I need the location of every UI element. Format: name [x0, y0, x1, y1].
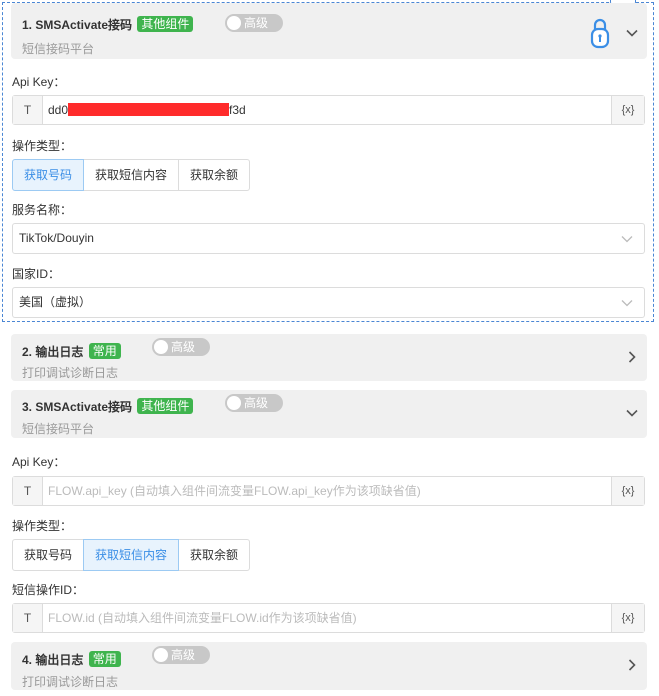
block-1-service-select[interactable]: TikTok/Douyin [12, 223, 645, 254]
block-2-title-text: 2. 输出日志 [22, 345, 84, 359]
op-get-sms[interactable]: 获取短信内容 [83, 539, 180, 571]
block-1-tag: 其他组件 [137, 16, 194, 32]
block-2-tag: 常用 [88, 343, 121, 359]
chevron-right-icon[interactable] [625, 658, 639, 672]
toggle-label: 高级 [171, 648, 196, 662]
api-key-placeholder: FLOW.api_key (自动填入组件间流变量FLOW.api_key作为该项… [48, 484, 421, 498]
block-1-country-label: 国家ID： [12, 267, 61, 281]
block-1-op-type-group: 获取号码 获取短信内容 获取余额 [12, 159, 251, 191]
block-1-api-key-label: Api Key： [12, 75, 66, 89]
block-3-sms-id-input[interactable]: T FLOW.id (自动填入组件间流变量FLOW.id作为该项缺省值) {x} [12, 603, 645, 633]
block-1-api-key-input[interactable]: T dd0 f3d {x} [12, 95, 645, 125]
block-1-header[interactable]: 1. SMSActivate接码 其他组件 短信接码平台 高级 [11, 3, 647, 59]
op-get-number[interactable]: 获取号码 [12, 539, 85, 571]
block-2-advanced-toggle[interactable]: 高级 [152, 338, 210, 356]
api-key-end: f3d [229, 103, 246, 117]
op-get-balance[interactable]: 获取余额 [178, 159, 251, 191]
block-1-service-label: 服务名称： [12, 203, 73, 217]
block-2-header[interactable]: 2. 输出日志 常用 打印调试诊断日志 高级 [11, 334, 647, 381]
api-key-value[interactable]: dd0 f3d [48, 96, 246, 124]
block-4-tag: 常用 [88, 651, 121, 667]
country-value: 美国（虚拟） [19, 295, 92, 309]
block-3-sms-id-label: 短信操作ID： [12, 583, 85, 597]
block-4-advanced-toggle[interactable]: 高级 [152, 646, 210, 664]
chevron-down-icon[interactable] [625, 406, 639, 420]
block-1-advanced-toggle[interactable]: 高级 [225, 14, 283, 32]
op-get-number[interactable]: 获取号码 [12, 159, 85, 191]
block-3-api-key-label: Api Key： [12, 455, 66, 469]
block-4-subtitle: 打印调试诊断日志 [22, 675, 119, 689]
block-1-op-type-label: 操作类型： [12, 139, 73, 153]
block-3-advanced-toggle[interactable]: 高级 [225, 394, 283, 412]
toggle-knob [154, 340, 168, 354]
block-2-subtitle: 打印调试诊断日志 [22, 366, 119, 380]
toggle-knob [227, 396, 241, 410]
op-get-sms[interactable]: 获取短信内容 [83, 159, 180, 191]
op-get-balance[interactable]: 获取余额 [178, 539, 251, 571]
toggle-label: 高级 [244, 396, 269, 410]
redaction-bar [68, 103, 230, 116]
block-3-op-type-group: 获取号码 获取短信内容 获取余额 [12, 539, 251, 571]
block-1-title: 1. SMSActivate接码 其他组件 [22, 16, 194, 33]
block-3-tag: 其他组件 [137, 398, 194, 414]
sms-id-placeholder: FLOW.id (自动填入组件间流变量FLOW.id作为该项缺省值) [48, 611, 357, 625]
toggle-knob [227, 16, 241, 30]
text-type-prefix: T [13, 604, 43, 632]
chevron-right-icon[interactable] [625, 350, 639, 364]
block-3-header[interactable]: 3. SMSActivate接码 其他组件 短信接码平台 高级 [11, 390, 647, 438]
text-type-prefix: T [13, 96, 43, 124]
toggle-label: 高级 [244, 16, 269, 30]
chevron-down-icon [621, 236, 633, 243]
variable-button[interactable]: {x} [611, 96, 644, 124]
block-2-title: 2. 输出日志 常用 [22, 343, 121, 360]
chevron-down-icon [621, 300, 633, 307]
block-4-title-text: 4. 输出日志 [22, 653, 84, 667]
variable-button[interactable]: {x} [611, 604, 644, 632]
lock-icon[interactable] [589, 17, 611, 49]
text-type-prefix: T [13, 477, 43, 505]
block-3-subtitle: 短信接码平台 [22, 422, 95, 436]
block-1-subtitle: 短信接码平台 [22, 42, 95, 56]
block-3-op-type-label: 操作类型： [12, 519, 73, 533]
block-3-api-key-input[interactable]: T FLOW.api_key (自动填入组件间流变量FLOW.api_key作为… [12, 476, 645, 506]
api-key-start: dd0 [48, 103, 69, 117]
block-3-title-text: 3. SMSActivate接码 [22, 400, 133, 414]
block-4-header[interactable]: 4. 输出日志 常用 打印调试诊断日志 高级 [11, 642, 647, 690]
chevron-down-icon[interactable] [625, 26, 639, 40]
variable-button[interactable]: {x} [611, 477, 644, 505]
block-1-country-select[interactable]: 美国（虚拟） [12, 287, 645, 318]
service-value: TikTok/Douyin [19, 231, 94, 245]
block-4-title: 4. 输出日志 常用 [22, 651, 121, 668]
toggle-knob [154, 648, 168, 662]
toggle-label: 高级 [171, 340, 196, 354]
block-1-title-text: 1. SMSActivate接码 [22, 18, 133, 32]
block-3-title: 3. SMSActivate接码 其他组件 [22, 398, 194, 415]
